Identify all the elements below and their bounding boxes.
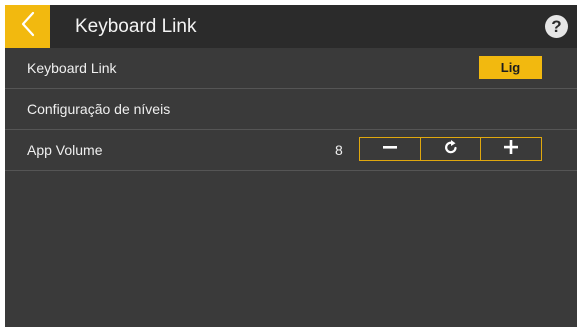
page-title: Keyboard Link	[75, 16, 197, 37]
back-button[interactable]	[5, 5, 50, 48]
chevron-left-icon	[21, 11, 35, 42]
header-bar: Keyboard Link ?	[5, 5, 577, 48]
question-mark-icon: ?	[551, 17, 562, 36]
volume-reset-button[interactable]	[419, 138, 481, 160]
keyboard-link-toggle-button[interactable]: Lig	[479, 56, 542, 79]
volume-increase-button[interactable]	[480, 138, 541, 160]
volume-decrease-button[interactable]	[360, 138, 420, 160]
app-volume-value: 8	[335, 142, 343, 158]
help-button[interactable]: ?	[545, 15, 568, 38]
keyboard-link-label: Keyboard Link	[27, 60, 117, 76]
keyboard-link-row: Keyboard Link Lig	[5, 48, 577, 89]
app-volume-label: App Volume	[27, 142, 103, 158]
level-configuration-row[interactable]: Configuração de níveis	[5, 89, 577, 130]
app-volume-row: App Volume 8	[5, 130, 577, 171]
level-configuration-label: Configuração de níveis	[27, 101, 171, 117]
refresh-icon	[443, 139, 459, 160]
keyboard-link-screen: Keyboard Link ? Keyboard Link Lig Config…	[5, 5, 577, 327]
plus-icon	[503, 139, 519, 160]
minus-icon	[382, 139, 398, 160]
app-volume-stepper	[359, 137, 542, 161]
